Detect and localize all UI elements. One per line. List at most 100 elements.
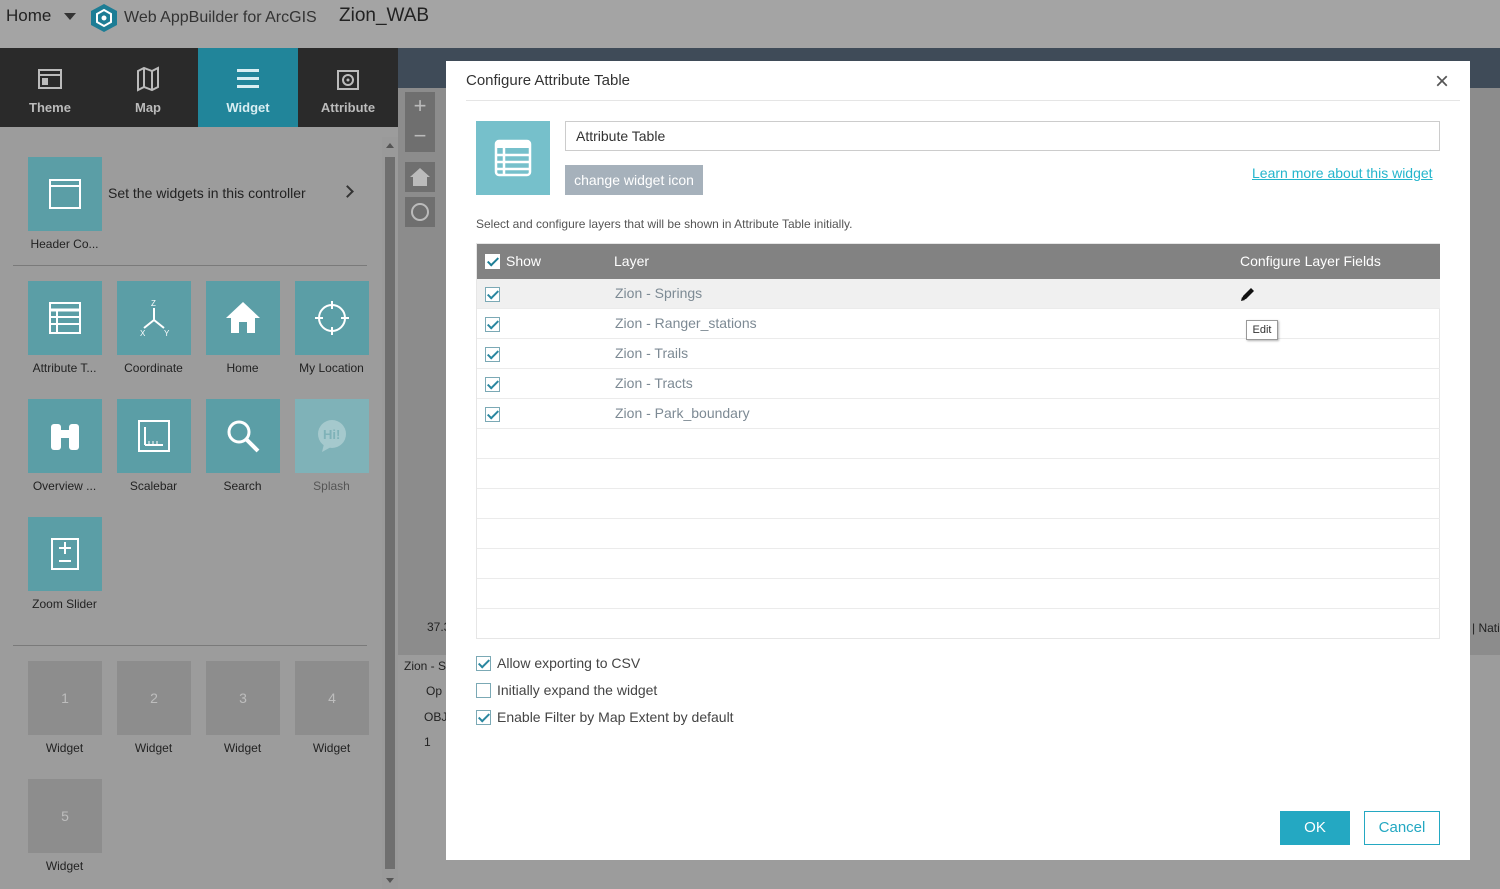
widget-placeholder[interactable]: 1	[28, 661, 102, 735]
widget-tile-zoom-slider[interactable]	[28, 517, 102, 591]
controller-text[interactable]: Set the widgets in this controller	[108, 185, 306, 201]
tab-map[interactable]: Map	[98, 48, 198, 127]
dialog-title: Configure Attribute Table	[466, 72, 630, 89]
home-icon	[226, 302, 260, 333]
tab-widget[interactable]: Widget	[198, 48, 298, 127]
option-label: Allow exporting to CSV	[497, 655, 641, 671]
widget-tile-home[interactable]	[206, 281, 280, 355]
widget-label: Widget	[223, 741, 262, 755]
empty-row	[477, 429, 1440, 459]
table-tab[interactable]: Zion - S	[404, 659, 446, 673]
show-layer-checkbox[interactable]	[485, 287, 500, 302]
widget-placeholder[interactable]: 3	[206, 661, 280, 735]
widget-tile-attribute-table[interactable]	[28, 281, 102, 355]
empty-row	[477, 519, 1440, 549]
column-header-show: Show	[506, 253, 542, 269]
widget-label: Overview ...	[32, 479, 97, 493]
filter-extent-checkbox[interactable]	[476, 710, 491, 725]
project-title: Zion_WAB	[339, 5, 430, 26]
widget-placeholder[interactable]: 2	[117, 661, 191, 735]
table-row[interactable]: Zion - Springs	[477, 279, 1440, 309]
show-layer-checkbox[interactable]	[485, 347, 500, 362]
attribute-icon	[337, 70, 359, 90]
builder-tabs: Theme Map Widget Attribute	[0, 48, 398, 127]
zoom-in-button[interactable]: +	[405, 92, 435, 122]
map-attribution: | Nati	[1472, 621, 1500, 635]
widget-label: Home	[226, 361, 259, 375]
option-label: Initially expand the widget	[497, 682, 658, 698]
location-icon	[315, 301, 349, 335]
scroll-up-arrow-icon[interactable]	[386, 143, 394, 148]
widget-icon	[237, 69, 259, 88]
widget-label: Coordinate	[124, 361, 183, 375]
column-header: OBJ	[424, 710, 448, 724]
scroll-down-arrow-icon[interactable]	[386, 878, 394, 883]
expand-widget-checkbox[interactable]	[476, 683, 491, 698]
widget-tile-coordinate[interactable]: Z X Y	[117, 281, 191, 355]
table-row[interactable]: Zion - Trails	[477, 339, 1440, 369]
table-header: Show Layer Configure Layer Fields	[477, 244, 1440, 279]
zoom-out-button[interactable]: −	[405, 122, 435, 152]
change-widget-icon-button[interactable]: change widget icon	[565, 165, 703, 195]
layer-name: Zion - Springs	[615, 285, 703, 301]
table-cell: 1	[424, 735, 431, 749]
widget-label: Zoom Slider	[32, 597, 97, 611]
map-home-button[interactable]	[405, 162, 435, 192]
cancel-button[interactable]: Cancel	[1364, 811, 1440, 845]
table-row[interactable]: Zion - Tracts	[477, 369, 1440, 399]
table-icon	[49, 302, 81, 334]
export-csv-checkbox[interactable]	[476, 656, 491, 671]
widget-tile-my-location[interactable]	[295, 281, 369, 355]
ok-button[interactable]: OK	[1280, 811, 1350, 845]
layer-name: Zion - Ranger_stations	[615, 315, 757, 331]
scrollbar-thumb[interactable]	[385, 157, 395, 869]
search-icon	[227, 420, 260, 453]
svg-text:Y: Y	[164, 329, 170, 338]
layer-name: Zion - Trails	[615, 345, 689, 361]
table-row[interactable]: Zion - Ranger_stations	[477, 309, 1440, 339]
home-icon	[410, 168, 430, 186]
divider	[13, 265, 367, 266]
dialog-divider	[466, 100, 1460, 101]
options-menu[interactable]: Op	[426, 684, 442, 698]
show-layer-checkbox[interactable]	[485, 377, 500, 392]
tab-attribute[interactable]: Attribute	[298, 48, 398, 127]
column-header-layer: Layer	[614, 253, 650, 269]
show-layer-checkbox[interactable]	[485, 317, 500, 332]
widget-tile-splash[interactable]: Hi!	[295, 399, 369, 473]
table-row[interactable]: Zion - Park_boundary	[477, 399, 1440, 429]
map-icon	[137, 66, 159, 92]
layer-name: Zion - Park_boundary	[615, 405, 750, 421]
map-locate-button[interactable]	[405, 197, 435, 227]
widget-tile-overview[interactable]	[28, 399, 102, 473]
widget-label: Splash	[313, 479, 350, 493]
tab-label: Attribute	[320, 100, 376, 115]
close-icon[interactable]: ×	[1430, 70, 1454, 95]
widget-name-input[interactable]	[565, 121, 1440, 151]
coordinate-icon: Z X Y	[140, 299, 170, 338]
show-layer-checkbox[interactable]	[485, 407, 500, 422]
widget-label: My Location	[299, 361, 364, 375]
divider	[13, 645, 367, 646]
panel-scrollbar[interactable]	[382, 137, 398, 889]
chevron-down-icon[interactable]	[64, 13, 76, 20]
header-controller-tile[interactable]	[28, 157, 102, 231]
widget-tile-scalebar[interactable]	[117, 399, 191, 473]
empty-row	[477, 609, 1440, 639]
app-name: Web AppBuilder for ArcGIS	[124, 9, 317, 26]
widget-label: Search	[223, 479, 262, 493]
binoculars-icon	[51, 424, 79, 450]
tab-label: Map	[135, 100, 161, 115]
edit-pencil-icon[interactable]	[1239, 285, 1257, 303]
select-all-checkbox[interactable]	[485, 254, 500, 269]
widget-placeholder[interactable]: 4	[295, 661, 369, 735]
home-menu[interactable]: Home	[6, 6, 51, 26]
widget-placeholder[interactable]: 5	[28, 779, 102, 853]
theme-icon	[38, 69, 62, 89]
widget-tile-search[interactable]	[206, 399, 280, 473]
zoom-slider-icon	[51, 538, 79, 570]
tab-theme[interactable]: Theme	[0, 48, 100, 127]
learn-more-link[interactable]: Learn more about this widget	[1252, 165, 1433, 181]
table-icon	[494, 139, 532, 177]
empty-row	[477, 489, 1440, 519]
